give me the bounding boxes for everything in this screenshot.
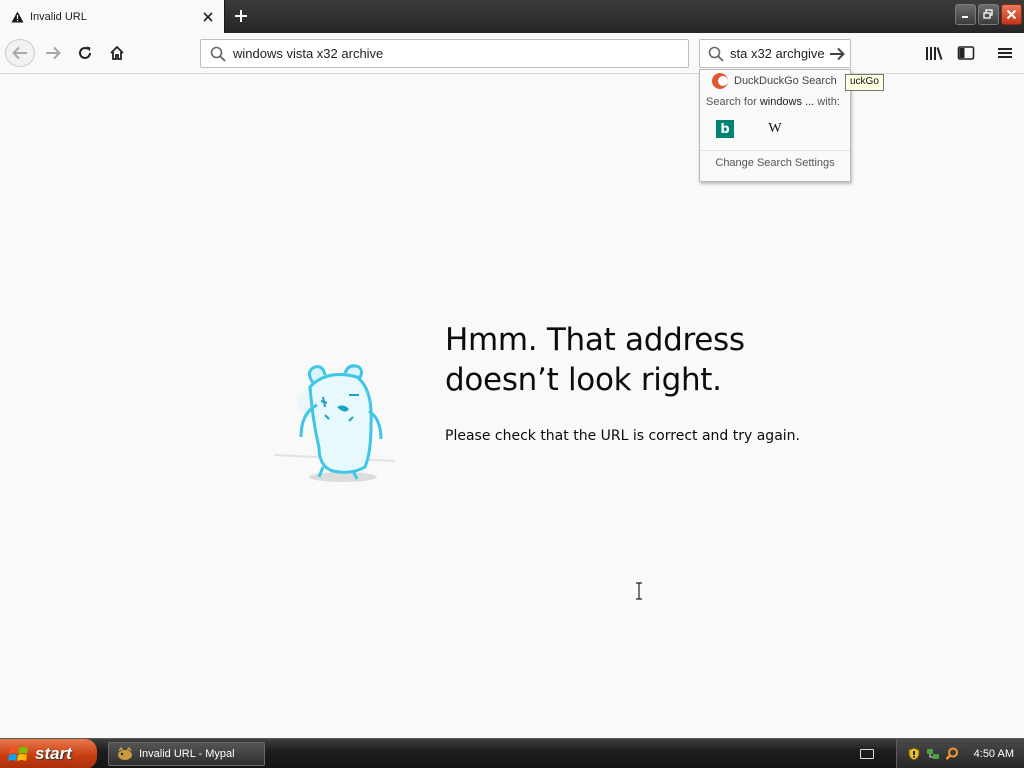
- arrow-right-icon: [46, 46, 61, 60]
- error-title-line2: doesn’t look right.: [445, 362, 722, 398]
- search-for-prefix: Search for: [706, 96, 757, 108]
- window-controls: [955, 4, 1022, 25]
- notification-area: 4:50 AM: [895, 739, 1024, 768]
- bing-icon[interactable]: b: [716, 120, 734, 138]
- text-cursor-icon: [636, 582, 642, 600]
- close-window-button[interactable]: [1001, 4, 1022, 25]
- url-input[interactable]: [233, 46, 673, 61]
- sidebar-icon: [957, 46, 975, 60]
- home-button[interactable]: [102, 39, 132, 67]
- warning-icon: [10, 10, 24, 24]
- popup-engine-header[interactable]: DuckDuckGo Search: [700, 70, 850, 92]
- arrow-right-icon: [830, 47, 845, 60]
- search-input[interactable]: sta x32 archgive: [730, 46, 826, 61]
- search-icon[interactable]: [945, 747, 959, 761]
- reload-icon: [79, 46, 91, 59]
- tab-invalid-url[interactable]: Invalid URL: [0, 0, 225, 33]
- arrow-left-icon: [12, 46, 27, 60]
- taskbar: start Invalid URL - Mypal 4:50 AM: [0, 738, 1024, 768]
- search-bar[interactable]: sta x32 archgive: [699, 39, 851, 68]
- restore-icon: [983, 9, 993, 19]
- plus-icon: [235, 10, 247, 22]
- home-icon: [110, 45, 124, 60]
- reload-button[interactable]: [70, 39, 100, 67]
- nav-toolbar: sta x32 archgive: [0, 33, 1024, 74]
- search-icon: [707, 45, 725, 63]
- forward-button[interactable]: [38, 39, 68, 67]
- keyboard-icon[interactable]: [859, 749, 874, 759]
- tab-title: Invalid URL: [30, 10, 87, 23]
- new-tab-button[interactable]: [229, 5, 253, 27]
- shield-icon[interactable]: [907, 747, 921, 761]
- library-icon: [926, 47, 943, 60]
- clock: 4:50 AM: [973, 748, 1014, 760]
- error-page: Hmm. That address doesn’t look right. Pl…: [0, 75, 1024, 738]
- network-icon[interactable]: [926, 747, 940, 761]
- search-suggestions-popup: DuckDuckGo Search Search for windows ...…: [699, 69, 851, 182]
- one-off-engines: b W: [700, 114, 850, 144]
- sidebar-button[interactable]: [954, 43, 978, 63]
- close-icon: [1006, 9, 1017, 20]
- start-button[interactable]: start: [0, 739, 97, 768]
- change-search-settings-button[interactable]: Change Search Settings: [700, 150, 850, 169]
- popup-search-for: Search for windows ... with:: [700, 92, 850, 114]
- taskbar-item-label: Invalid URL - Mypal: [139, 748, 235, 760]
- windows-flag-icon: [8, 747, 28, 761]
- error-title-line1: Hmm. That address: [445, 322, 745, 358]
- hamburger-icon: [998, 48, 1012, 58]
- menu-button[interactable]: [993, 43, 1017, 63]
- popup-engine-name: DuckDuckGo Search: [734, 75, 837, 87]
- start-label: start: [35, 744, 72, 763]
- minimize-icon: [962, 16, 968, 18]
- search-go-button[interactable]: [826, 43, 848, 65]
- error-illustration: [274, 364, 396, 482]
- system-tray: 4:50 AM: [859, 739, 1024, 768]
- search-for-suffix: with:: [817, 96, 840, 108]
- minimize-button[interactable]: [955, 4, 976, 25]
- library-button[interactable]: [922, 43, 946, 63]
- search-for-term: windows ...: [759, 96, 815, 108]
- mypal-icon: [118, 747, 132, 760]
- restore-button[interactable]: [978, 4, 999, 25]
- back-button[interactable]: [5, 39, 35, 67]
- search-icon: [209, 45, 227, 63]
- error-title: Hmm. That address doesn’t look right.: [445, 320, 785, 400]
- taskbar-item-mypal[interactable]: Invalid URL - Mypal: [108, 742, 265, 766]
- url-bar[interactable]: [200, 39, 689, 68]
- tab-close-icon[interactable]: [198, 7, 218, 27]
- duckduckgo-icon: [712, 73, 728, 89]
- tooltip: uckGo: [845, 74, 884, 91]
- wikipedia-icon[interactable]: W: [766, 120, 784, 138]
- tab-strip: Invalid URL: [0, 0, 1024, 33]
- error-description: Please check that the URL is correct and…: [445, 428, 800, 444]
